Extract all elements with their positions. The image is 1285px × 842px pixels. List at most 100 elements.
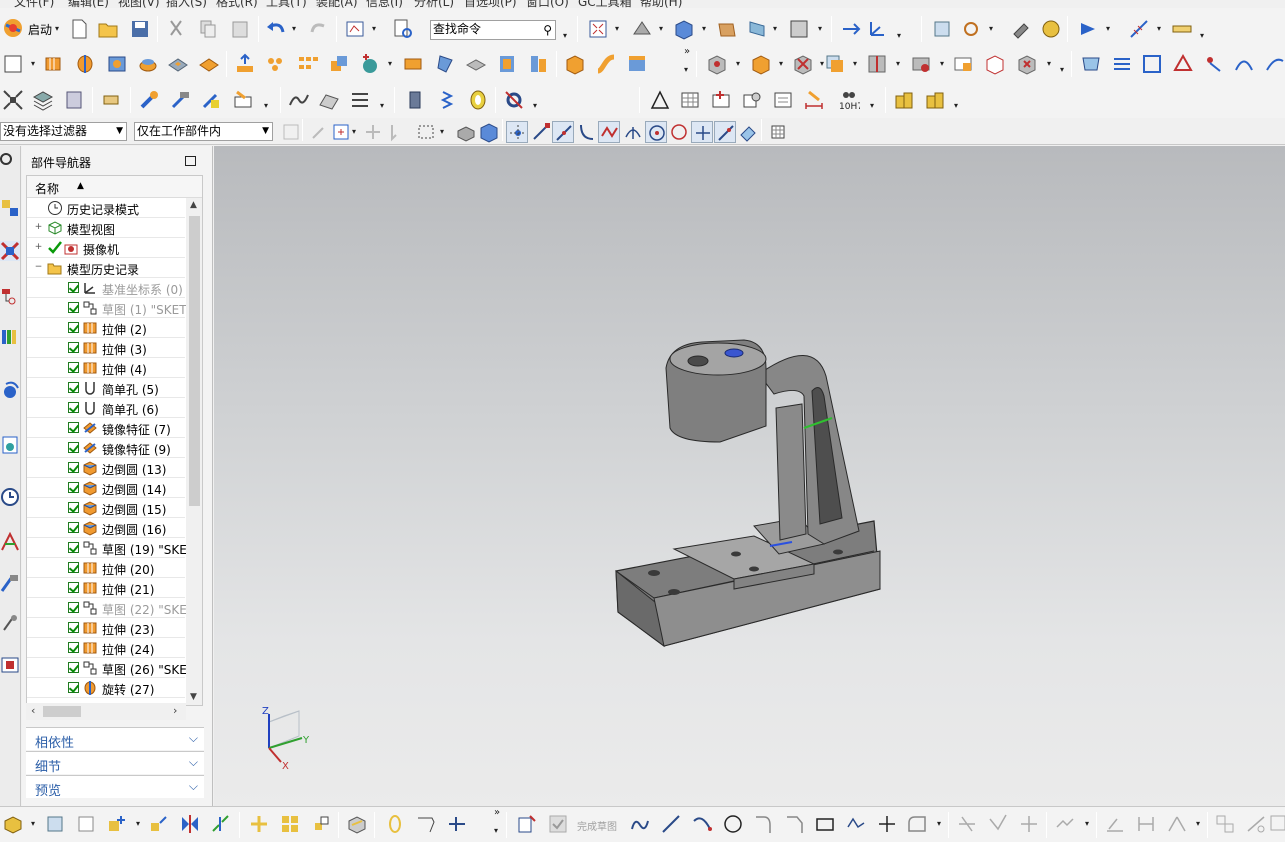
sketch-frame-icon[interactable]	[2, 53, 24, 75]
expand-icon[interactable]: +	[34, 223, 43, 232]
mirror-curve-icon[interactable]	[1054, 813, 1076, 835]
snap-point-icon[interactable]	[308, 121, 330, 143]
draft-icon[interactable]	[434, 53, 456, 75]
section-view-icon[interactable]	[746, 18, 768, 40]
layer-settings-icon[interactable]	[788, 18, 810, 40]
note-icon[interactable]	[772, 89, 794, 111]
assembly-navigator-icon[interactable]	[931, 18, 953, 40]
route-icon[interactable]	[446, 813, 468, 835]
ruler-icon[interactable]	[1171, 18, 1193, 40]
copy-icon[interactable]	[197, 18, 219, 40]
rectangle-select-icon[interactable]	[416, 121, 438, 143]
visibility-checkbox[interactable]	[68, 582, 79, 593]
visibility-checkbox[interactable]	[68, 342, 79, 353]
scroll-right-icon[interactable]: ›	[173, 704, 177, 717]
table-icon[interactable]	[679, 89, 701, 111]
gc-data-icon[interactable]	[924, 89, 946, 111]
thicken-icon[interactable]	[527, 53, 549, 75]
delete-face-icon[interactable]	[1016, 53, 1038, 75]
datum-plane-icon[interactable]	[359, 53, 381, 75]
bracket-model[interactable]	[615, 339, 881, 648]
pattern-feature-icon[interactable]	[234, 53, 256, 75]
assembly-navigator-tab-icon[interactable]	[0, 198, 20, 218]
render-style-icon[interactable]	[631, 18, 653, 40]
subtract-icon[interactable]	[792, 53, 814, 75]
feature-row[interactable]: 拉伸 (24)	[27, 638, 185, 658]
block-icon[interactable]	[564, 53, 586, 75]
point-on-curve-icon[interactable]	[330, 121, 352, 143]
selection-scope-select[interactable]: 仅在工作部件内 ▼	[134, 122, 273, 141]
intersect-icon[interactable]	[824, 53, 846, 75]
spline-icon[interactable]	[288, 89, 310, 111]
analysis-icon[interactable]	[1040, 18, 1062, 40]
wcs-dropdown-icon[interactable]: ▾	[897, 32, 905, 40]
eraser-icon[interactable]	[100, 89, 122, 111]
feature-row[interactable]: 简单孔 (6)	[27, 398, 185, 418]
rectangle-dropdown-icon[interactable]: ▾	[440, 128, 448, 136]
sync-dropdown-icon[interactable]: ▾	[1060, 66, 1068, 74]
finish-sketch-icon[interactable]	[547, 813, 569, 835]
flexible-part-icon[interactable]	[415, 813, 437, 835]
chamfer-icon[interactable]	[750, 53, 772, 75]
feature-row[interactable]: 边倒圆 (16)	[27, 518, 185, 538]
tree-node-model-history[interactable]: − 模型历史记录	[27, 258, 185, 278]
menu-file[interactable]: 文件(F)	[14, 0, 54, 8]
section-dependencies[interactable]: 相依性 ⌵	[26, 727, 204, 751]
tree-node-history-mode[interactable]: 历史记录模式	[27, 198, 185, 218]
hscroll-thumb[interactable]	[43, 706, 81, 717]
visibility-checkbox[interactable]	[68, 402, 79, 413]
sketch-dropdown-icon[interactable]: ▾	[372, 25, 380, 33]
auto-constrain-icon[interactable]	[1166, 813, 1188, 835]
feature-row[interactable]: 边倒圆 (13)	[27, 458, 185, 478]
tools-pair-icon[interactable]	[200, 89, 222, 111]
collapse-icon[interactable]: −	[34, 263, 43, 272]
point-icon[interactable]	[876, 813, 898, 835]
revolve-tool-icon[interactable]	[74, 53, 96, 75]
sketch-frame-dropdown-icon[interactable]: ▾	[31, 60, 39, 68]
visibility-checkbox[interactable]	[68, 602, 79, 613]
move-face-icon[interactable]	[952, 53, 974, 75]
triangle-icon[interactable]	[649, 89, 671, 111]
replace-face-icon[interactable]	[910, 53, 932, 75]
profile-icon[interactable]	[629, 813, 651, 835]
circle-icon[interactable]	[722, 813, 744, 835]
sketch-task-icon[interactable]	[344, 18, 366, 40]
undo-icon[interactable]	[265, 18, 287, 40]
solid-body-filter-icon[interactable]	[455, 121, 477, 143]
start-dropdown-icon[interactable]: ▾	[55, 25, 63, 33]
features-dropdown-icon[interactable]: ▾	[684, 66, 692, 74]
new-file-icon[interactable]	[68, 18, 90, 40]
measure-dropdown-icon[interactable]: ▾	[1157, 25, 1165, 33]
cut-icon[interactable]	[165, 18, 187, 40]
copy-geometry-dropdown-icon[interactable]: ▾	[31, 820, 39, 828]
surface-ruled-icon[interactable]	[1080, 53, 1102, 75]
cylinder-icon[interactable]	[404, 89, 426, 111]
part-navigator-tab-icon[interactable]	[0, 286, 20, 306]
constraint-navigator-tab-icon[interactable]	[0, 241, 20, 261]
visibility-checkbox[interactable]	[68, 642, 79, 653]
check-mark-icon[interactable]	[47, 240, 63, 256]
menu-gc-toolbox[interactable]: GC工具箱	[578, 0, 632, 8]
studio-surface-icon[interactable]	[1172, 53, 1194, 75]
visual-analysis-tab-icon[interactable]	[0, 532, 20, 552]
move-component-icon[interactable]	[148, 813, 170, 835]
visibility-checkbox[interactable]	[68, 562, 79, 573]
chamfer-dropdown-icon[interactable]: ▾	[779, 60, 787, 68]
list-dropdown-icon[interactable]: ▾	[380, 102, 388, 110]
point-dropdown-icon[interactable]: ▾	[352, 128, 360, 136]
motion-icon[interactable]	[1077, 18, 1099, 40]
selection-intent-icon[interactable]	[362, 121, 384, 143]
explode-view-icon[interactable]	[210, 813, 232, 835]
hole-tool-icon[interactable]	[106, 53, 128, 75]
pocket-tool-icon[interactable]	[167, 53, 189, 75]
reuse-library-tab-icon[interactable]	[0, 326, 20, 346]
tree-horizontal-scrollbar[interactable]: ‹ ›	[26, 703, 186, 720]
offset-face-icon[interactable]	[465, 53, 487, 75]
visibility-checkbox[interactable]	[68, 322, 79, 333]
wave-linker-icon[interactable]	[248, 813, 270, 835]
system-materials-tab-icon[interactable]	[0, 573, 20, 593]
quadrant-point-icon[interactable]	[668, 121, 690, 143]
fit-view-icon[interactable]	[587, 18, 609, 40]
orient-dropdown-icon[interactable]: ▾	[702, 25, 710, 33]
graphics-window[interactable]: Z Y X	[214, 146, 1285, 806]
